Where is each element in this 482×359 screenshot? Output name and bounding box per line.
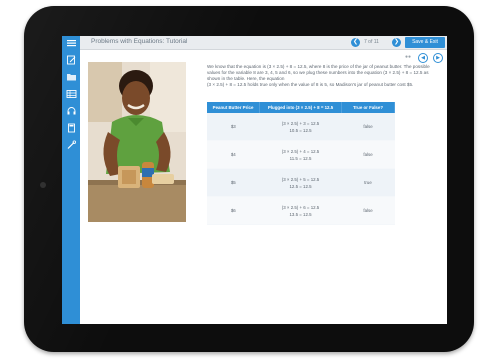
- result-cell: true: [341, 168, 395, 197]
- list-icon[interactable]: [65, 38, 77, 48]
- play-icon: ▶: [436, 55, 440, 61]
- camera-dot: [40, 182, 46, 188]
- edit-icon[interactable]: [65, 55, 77, 65]
- plugged-cell: (3 × 2.5) + 3 = 12.5 10.5 = 12.5: [259, 113, 342, 141]
- price-cell: $3: [207, 113, 260, 141]
- column-header-plugged: Plugged into (3 × 2.5) + 8 = 12.5: [259, 102, 342, 113]
- tools-icon[interactable]: [65, 140, 77, 150]
- table-row: $5 (3 × 2.5) + 5 = 12.5 12.5 = 12.5 true: [207, 168, 395, 197]
- plugged-result: 12.5 = 12.5: [289, 183, 312, 189]
- plugged-equation: (3 × 2.5) + 3 = 12.5: [281, 120, 320, 126]
- result-cell: false: [341, 140, 395, 169]
- table-row: $6 (3 × 2.5) + 6 = 12.5 13.5 = 12.5 fals…: [207, 196, 395, 225]
- chevron-right-icon: ❯: [393, 39, 400, 45]
- explanation-text: We know that the equation is (3 × 2.5) +…: [207, 64, 439, 88]
- price-cell: $6: [207, 196, 260, 225]
- calculator-icon[interactable]: [65, 123, 77, 133]
- headset-icon[interactable]: [65, 106, 77, 116]
- illustration-photo: [88, 62, 186, 222]
- app-screen: Problems with Equations: Tutorial ❮ 7 of…: [62, 36, 447, 324]
- plugged-cell: (3 × 2.5) + 4 = 12.5 11.5 = 12.5: [259, 140, 342, 169]
- plugged-equation: (3 × 2.5) + 5 = 12.5: [281, 176, 320, 182]
- rewind-icon: ◀: [421, 55, 425, 61]
- previous-page-button[interactable]: ❮: [351, 38, 360, 47]
- plugged-cell: (3 × 2.5) + 5 = 12.5 12.5 = 12.5: [259, 168, 342, 197]
- plugged-result: 13.5 = 12.5: [289, 211, 312, 217]
- result-cell: false: [341, 196, 395, 225]
- plugged-result: 10.5 = 12.5: [289, 127, 312, 133]
- audio-indicator-icon: ●●: [405, 54, 412, 60]
- next-page-button[interactable]: ❯: [392, 38, 401, 47]
- price-table: Peanut Butter Price Plugged into (3 × 2.…: [207, 102, 395, 225]
- chevron-left-icon: ❮: [352, 39, 359, 45]
- plugged-equation: (3 × 2.5) + 4 = 12.5: [281, 148, 320, 154]
- plugged-cell: (3 × 2.5) + 6 = 12.5 13.5 = 12.5: [259, 196, 342, 225]
- folder-icon[interactable]: [65, 72, 77, 82]
- price-cell: $5: [207, 168, 260, 197]
- table-row: $3 (3 × 2.5) + 3 = 12.5 10.5 = 12.5 fals…: [207, 113, 395, 141]
- sidebar: [62, 36, 80, 324]
- play-button[interactable]: ▶: [433, 53, 443, 63]
- table-header-row: Peanut Butter Price Plugged into (3 × 2.…: [207, 102, 395, 113]
- explanation-paragraph-2: (3 × 2.5) + 8 = 12.5 holds true only whe…: [207, 82, 414, 88]
- save-exit-button[interactable]: Save & Exit: [405, 37, 445, 48]
- table-icon[interactable]: [65, 89, 77, 99]
- plugged-equation: (3 × 2.5) + 6 = 12.5: [281, 204, 320, 210]
- plugged-result: 11.5 = 12.5: [289, 155, 312, 161]
- page-indicator: 7 of 11: [364, 39, 379, 45]
- column-header-result: True or False?: [341, 102, 395, 113]
- column-header-price: Peanut Butter Price: [207, 102, 261, 113]
- save-exit-label: Save & Exit: [412, 39, 438, 45]
- explanation-paragraph-1: We know that the equation is (3 × 2.5) +…: [207, 64, 430, 82]
- result-cell: false: [341, 113, 395, 141]
- rewind-button[interactable]: ◀: [418, 53, 428, 63]
- price-cell: $4: [207, 140, 260, 169]
- page-title: Problems with Equations: Tutorial: [91, 38, 188, 45]
- top-bar: Problems with Equations: Tutorial ❮ 7 of…: [80, 36, 447, 50]
- table-row: $4 (3 × 2.5) + 4 = 12.5 11.5 = 12.5 fals…: [207, 140, 395, 169]
